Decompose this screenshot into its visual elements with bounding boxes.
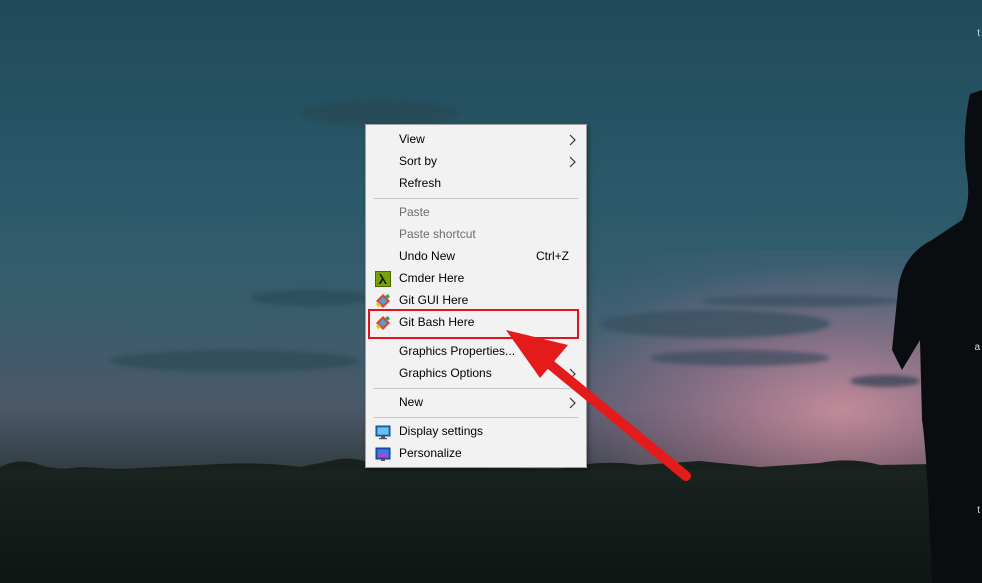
menu-item-label: New [399, 395, 424, 409]
edge-text-bottom: t [977, 505, 980, 516]
menu-separator [374, 198, 578, 199]
grass-field [0, 470, 982, 583]
personalize-icon [375, 447, 391, 461]
cloud [600, 310, 830, 338]
menu-item-display-settings[interactable]: Display settings [366, 421, 586, 443]
person-silhouette [892, 90, 982, 583]
menu-item-label: Undo New [399, 249, 456, 263]
monitor-icon [375, 425, 391, 440]
chevron-right-icon [569, 134, 576, 146]
menu-item-label: Paste shortcut [399, 227, 476, 241]
desktop-context-menu: View Sort by Refresh Paste Paste shortcu… [365, 124, 587, 468]
menu-item-shortcut: Ctrl+Z [536, 249, 569, 263]
menu-separator [374, 417, 578, 418]
edge-text-top: t [977, 28, 980, 39]
menu-item-sort-by[interactable]: Sort by [366, 151, 586, 173]
cloud [700, 295, 900, 307]
cloud [650, 350, 830, 366]
menu-item-label: Sort by [399, 154, 438, 168]
cloud [300, 100, 460, 126]
menu-item-label: Display settings [399, 424, 484, 438]
edge-text-middle: a [974, 342, 980, 353]
menu-item-personalize[interactable]: Personalize [366, 443, 586, 465]
menu-item-label: Graphics Properties... [399, 344, 516, 358]
chevron-right-icon [569, 397, 576, 409]
chevron-right-icon [569, 368, 576, 380]
menu-item-label: Refresh [399, 176, 442, 190]
lambda-icon [375, 271, 391, 287]
menu-item-refresh[interactable]: Refresh [366, 173, 586, 195]
menu-item-graphics-properties[interactable]: Graphics Properties... [366, 341, 586, 363]
menu-item-label: Personalize [399, 446, 462, 460]
menu-item-view[interactable]: View [366, 129, 586, 151]
highlight-box [368, 309, 579, 339]
menu-separator [374, 388, 578, 389]
menu-item-cmder-here[interactable]: Cmder Here [366, 268, 586, 290]
menu-item-undo-new[interactable]: Undo New Ctrl+Z [366, 246, 586, 268]
git-icon [376, 294, 390, 308]
menu-item-graphics-options[interactable]: Graphics Options [366, 363, 586, 385]
menu-item-new[interactable]: New [366, 392, 586, 414]
menu-item-label: View [399, 132, 425, 146]
menu-item-paste: Paste [366, 202, 586, 224]
menu-item-label: Cmder Here [399, 271, 465, 285]
cloud [250, 290, 370, 306]
cloud [110, 350, 360, 372]
menu-item-paste-shortcut: Paste shortcut [366, 224, 586, 246]
menu-item-label: Graphics Options [399, 366, 492, 380]
menu-item-label: Git GUI Here [399, 293, 469, 307]
menu-item-label: Paste [399, 205, 430, 219]
chevron-right-icon [569, 156, 576, 168]
